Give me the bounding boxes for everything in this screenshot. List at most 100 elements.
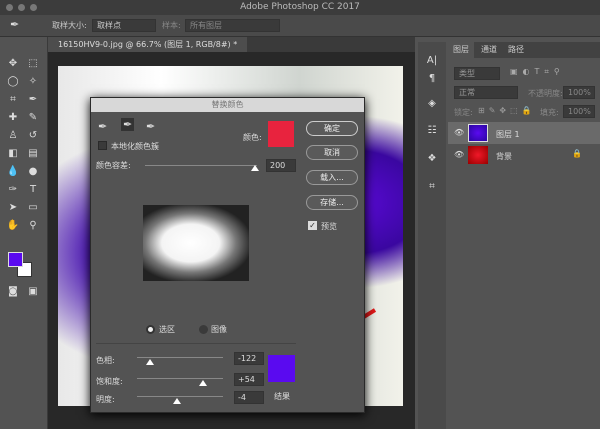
hue-slider[interactable]	[137, 357, 223, 358]
result-color-swatch[interactable]	[268, 355, 295, 382]
minimize-window-button[interactable]	[18, 4, 25, 11]
layer-filter-select[interactable]: 类型	[454, 67, 500, 80]
app-title: Adobe Photoshop CC 2017	[240, 2, 360, 12]
close-window-button[interactable]	[6, 4, 13, 11]
result-label: 结果	[274, 392, 290, 401]
eyedropper-tool-icon[interactable]: ✒	[10, 18, 19, 31]
marquee-tool-icon[interactable]: ⬚	[26, 57, 40, 71]
eraser-tool-icon[interactable]: ◧	[6, 147, 20, 161]
filter-icons[interactable]: ▣◐T⌗⚲	[510, 67, 565, 77]
move-tool-icon[interactable]: ✥	[6, 57, 20, 71]
history-brush-icon[interactable]: ↺	[26, 129, 40, 143]
pen-tool-icon[interactable]: ✑	[6, 183, 20, 197]
hue-slider-thumb[interactable]	[146, 359, 154, 365]
opacity-label: 不透明度:	[528, 89, 563, 98]
hue-label: 色相:	[96, 356, 115, 365]
fill-input[interactable]: 100%	[563, 105, 595, 118]
lasso-tool-icon[interactable]: ◯	[6, 75, 20, 89]
clone-stamp-icon[interactable]: ♙	[6, 129, 20, 143]
brush-tool-icon[interactable]: ✎	[26, 111, 40, 125]
layer-thumbnail	[468, 124, 488, 142]
preview-checkbox[interactable]: ✓	[308, 221, 317, 230]
selection-radio[interactable]	[146, 325, 155, 334]
opacity-input[interactable]: 100%	[563, 86, 595, 99]
dodge-tool-icon[interactable]: ●	[26, 165, 40, 179]
eyedropper-icon[interactable]: ✒	[98, 120, 107, 133]
hand-tool-icon[interactable]: ✋	[6, 219, 20, 233]
load-button[interactable]: 载入...	[306, 170, 358, 185]
tab-channels[interactable]: 通道	[476, 42, 502, 58]
options-bar: ✒ 取样大小: 取样点 样本: 所有图层	[0, 15, 600, 37]
eyedropper-minus-icon[interactable]: ✒	[146, 120, 155, 133]
layer-name: 背景	[496, 152, 512, 161]
saturation-label: 饱和度:	[96, 377, 123, 386]
image-radio-label: 图像	[211, 325, 227, 334]
layers-panel-icon[interactable]: ◈	[425, 97, 439, 111]
crop-panel-icon[interactable]: ⌗	[425, 180, 439, 194]
eyedropper-icon[interactable]: ✒	[26, 93, 40, 107]
title-bar: Adobe Photoshop CC 2017	[0, 0, 600, 15]
magic-wand-tool-icon[interactable]: ✧	[26, 75, 40, 89]
hue-input[interactable]: -122	[234, 352, 264, 365]
image-radio[interactable]	[199, 325, 208, 334]
visibility-eye-icon[interactable]: 👁	[454, 128, 464, 137]
lock-icon: 🔒	[572, 149, 582, 158]
saturation-slider[interactable]	[137, 378, 223, 379]
tools-panel: ✥ ⬚ ◯ ✧ ⌗ ✒ ✚ ✎ ♙ ↺ ◧ ▤ 💧 ● ✑ T ➤ ▭ ✋ ⚲ …	[0, 37, 48, 429]
visibility-eye-icon[interactable]: 👁	[454, 150, 464, 159]
lightness-label: 明度:	[96, 395, 115, 404]
replace-color-dialog: 替换颜色 ✒ ✒ ✒ 本地化颜色簇 颜色: 颜色容差: 200 确定 取消 载入…	[90, 97, 365, 413]
document-tab-bar: 16150HV9-0.jpg @ 66.7% (图层 1, RGB/8#) *	[48, 37, 415, 52]
tolerance-slider-thumb[interactable]	[251, 165, 259, 171]
layer-row[interactable]: 👁 图层 1	[448, 122, 600, 144]
lock-label: 锁定:	[454, 108, 473, 117]
saturation-input[interactable]: +54	[234, 373, 264, 386]
divider	[96, 343, 296, 344]
selection-preview-image	[143, 205, 249, 281]
quick-mask-icon[interactable]: ◙	[6, 285, 20, 299]
tab-paths[interactable]: 路径	[503, 42, 529, 58]
save-button[interactable]: 存储...	[306, 195, 358, 210]
tolerance-slider[interactable]	[145, 165, 257, 166]
eyedropper-plus-icon[interactable]: ✒	[121, 118, 135, 131]
styles-panel-icon[interactable]: ❖	[425, 152, 439, 166]
crop-tool-icon[interactable]: ⌗	[6, 93, 20, 107]
lightness-input[interactable]: -4	[234, 391, 264, 404]
selection-radio-label: 选区	[159, 325, 175, 334]
lightness-slider-thumb[interactable]	[173, 398, 181, 404]
foreground-color-swatch[interactable]	[8, 252, 23, 267]
filter-label: 类型	[459, 69, 475, 78]
selected-color-swatch[interactable]	[268, 121, 294, 147]
lightness-slider[interactable]	[137, 396, 223, 397]
path-selection-icon[interactable]: ➤	[6, 201, 20, 215]
sample-size-select[interactable]: 取样点	[92, 19, 156, 32]
ok-button[interactable]: 确定	[306, 121, 358, 136]
layer-name: 图层 1	[496, 130, 520, 139]
paragraph-panel-icon[interactable]: ¶	[425, 72, 439, 86]
screen-mode-icon[interactable]: ▣	[26, 285, 40, 299]
blend-mode-select[interactable]: 正常	[454, 86, 518, 99]
saturation-slider-thumb[interactable]	[199, 380, 207, 386]
document-tab-label: 16150HV9-0.jpg @ 66.7% (图层 1, RGB/8#) *	[58, 40, 238, 49]
type-tool-icon[interactable]: T	[26, 183, 40, 197]
zoom-tool-icon[interactable]: ⚲	[26, 219, 40, 233]
layer-thumbnail	[468, 146, 488, 164]
gradient-tool-icon[interactable]: ▤	[26, 147, 40, 161]
tolerance-label: 颜色容差:	[96, 161, 131, 170]
healing-brush-icon[interactable]: ✚	[6, 111, 20, 125]
sample-select[interactable]: 所有图层	[185, 19, 280, 32]
blur-tool-icon[interactable]: 💧	[6, 165, 20, 179]
layer-row[interactable]: 👁 背景 🔒	[448, 144, 600, 166]
tab-layers[interactable]: 图层	[448, 42, 474, 58]
shape-tool-icon[interactable]: ▭	[26, 201, 40, 215]
localized-clusters-checkbox[interactable]	[98, 141, 107, 150]
lock-icons[interactable]: ⊞✎✥⬚🔒	[478, 106, 536, 115]
sample-label: 样本:	[162, 21, 181, 30]
zoom-window-button[interactable]	[30, 4, 37, 11]
adjustments-panel-icon[interactable]: ☷	[425, 124, 439, 138]
layers-panel: 图层 通道 路径 类型 ▣◐T⌗⚲ 正常 不透明度: 100% 锁定: ⊞✎✥⬚…	[448, 42, 600, 429]
character-panel-icon[interactable]: A|	[425, 54, 439, 68]
cancel-button[interactable]: 取消	[306, 145, 358, 160]
document-tab[interactable]: 16150HV9-0.jpg @ 66.7% (图层 1, RGB/8#) *	[48, 37, 248, 52]
tolerance-input[interactable]: 200	[266, 159, 296, 172]
